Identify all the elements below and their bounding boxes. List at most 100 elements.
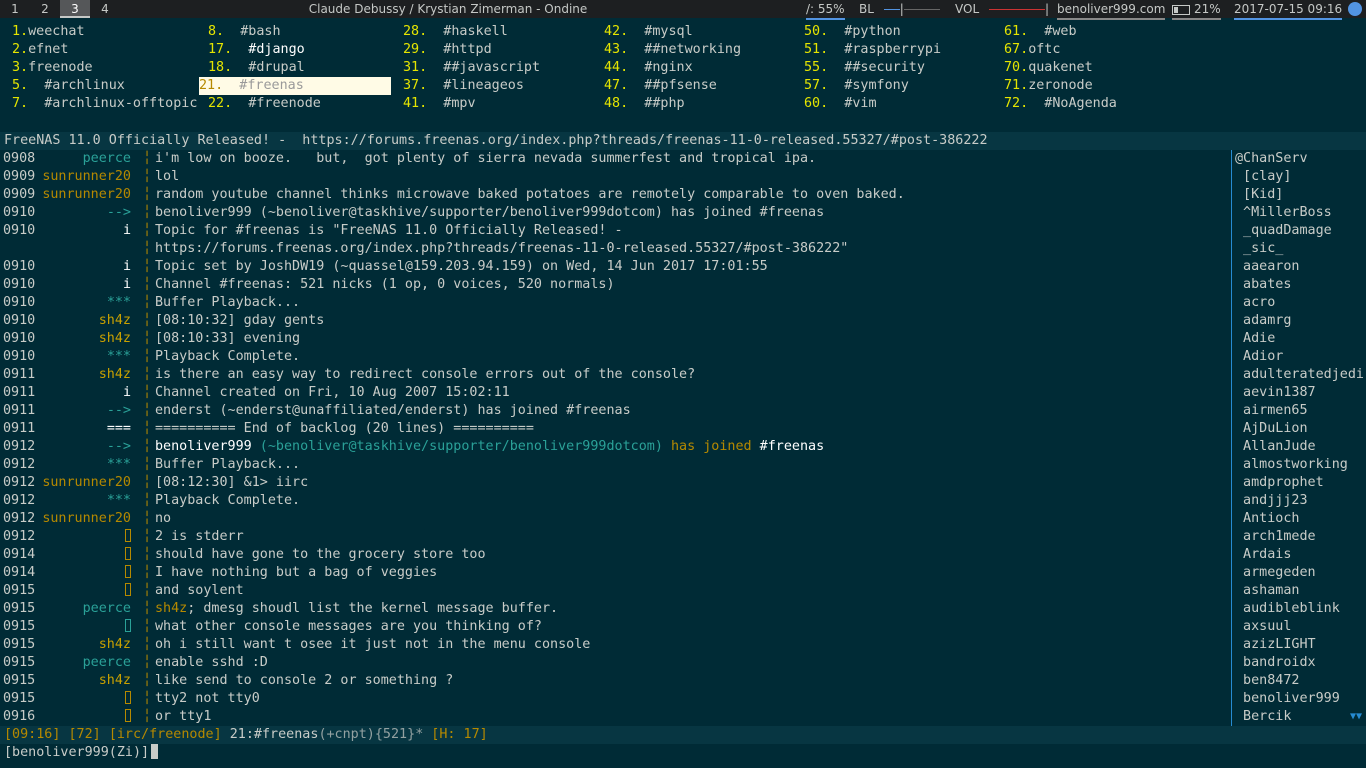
buffer-name: ##networking	[628, 42, 742, 57]
nicklist-item[interactable]: [clay]	[1232, 168, 1366, 186]
buffer-item[interactable]: 7. #archlinux-offtopic	[12, 95, 197, 113]
buffer-item[interactable]: 3.freenode	[12, 59, 93, 77]
scroll-down-icon[interactable]: ▼▼	[1350, 708, 1362, 726]
nicklist-item[interactable]: Ardais	[1232, 546, 1366, 564]
buffer-item[interactable]: 48. ##php	[604, 95, 685, 113]
prefix-separator: ╎	[143, 565, 152, 580]
nicklist-item[interactable]: bandroidx	[1232, 654, 1366, 672]
message-time: 0911	[3, 421, 36, 436]
nicklist-item[interactable]: [Kid]	[1232, 186, 1366, 204]
nicklist-item[interactable]: adulteratedjedi	[1232, 366, 1366, 384]
volume-widget[interactable]: VOL |	[955, 0, 1049, 18]
power-icon[interactable]	[1348, 2, 1362, 16]
buffer-item[interactable]: 61. #web	[1004, 23, 1077, 41]
nicklist-item[interactable]: aevin1387	[1232, 384, 1366, 402]
nicklist-item[interactable]: axsuul	[1232, 618, 1366, 636]
message-nick[interactable]: sunrunner20	[40, 474, 131, 492]
buffer-item[interactable]: 28. #haskell	[403, 23, 508, 41]
nicklist-item[interactable]: azizLIGHT	[1232, 636, 1366, 654]
nick-glyph-icon	[40, 690, 131, 708]
nicklist-item[interactable]: andjjj23	[1232, 492, 1366, 510]
message-nick[interactable]: sh4z	[40, 636, 131, 654]
buffer-number: 29.	[403, 42, 428, 57]
nicklist-item[interactable]: ^MillerBoss	[1232, 204, 1366, 222]
message-nick[interactable]: sh4z	[40, 312, 131, 330]
buffer-item[interactable]: 55. ##security	[804, 59, 925, 77]
buffer-name: #symfony	[828, 78, 909, 93]
buffer-item[interactable]: 5. #archlinux	[12, 77, 125, 95]
buffer-item[interactable]: 8. #bash	[208, 23, 281, 41]
message-nick[interactable]: sh4z	[40, 366, 131, 384]
message-nick[interactable]: sunrunner20	[40, 168, 131, 186]
message-nick[interactable]: peerce	[40, 150, 131, 168]
nicklist-item[interactable]: airmen65	[1232, 402, 1366, 420]
message-nick[interactable]: sunrunner20	[40, 510, 131, 528]
nicklist-item[interactable]: AllanJude	[1232, 438, 1366, 456]
nicklist-item[interactable]: aaearon	[1232, 258, 1366, 276]
buffer-item[interactable]: 21. #freenas	[199, 77, 391, 95]
message-nick[interactable]: sh4z	[40, 672, 131, 690]
buffer-item[interactable]: 42. #mysql	[604, 23, 693, 41]
nicklist-item[interactable]: Antioch	[1232, 510, 1366, 528]
nicklist-item[interactable]: Bercik	[1232, 708, 1366, 726]
message-nick[interactable]: peerce	[40, 654, 131, 672]
buffer-item[interactable]: 44. #nginx	[604, 59, 693, 77]
buffer-item[interactable]: 2.efnet	[12, 41, 68, 59]
nicklist-item[interactable]: _sic_	[1232, 240, 1366, 258]
buffer-item[interactable]: 71.zeronode	[1004, 77, 1093, 95]
nicklist-item[interactable]: _quadDamage	[1232, 222, 1366, 240]
buffer-number: 57.	[804, 78, 829, 93]
message-nick[interactable]: peerce	[40, 600, 131, 618]
nicklist-item[interactable]: audibleblink	[1232, 600, 1366, 618]
buffer-item[interactable]: 72. #NoAgenda	[1004, 95, 1117, 113]
nicklist-item[interactable]: abates	[1232, 276, 1366, 294]
buffer-item[interactable]: 18. #drupal	[208, 59, 305, 77]
prefix-separator: ╎	[143, 367, 152, 382]
buffer-number: 8.	[208, 24, 225, 39]
nicklist-item[interactable]: amdprophet	[1232, 474, 1366, 492]
chat-line: 0914 ╎ I have nothing but a bag of veggies	[0, 564, 1230, 582]
nicklist-item[interactable]: Adie	[1232, 330, 1366, 348]
buffer-item[interactable]: 17. #django	[208, 41, 305, 59]
nicklist-item[interactable]: AjDuLion	[1232, 420, 1366, 438]
nicklist-item[interactable]: ben8472	[1232, 672, 1366, 690]
buffer-item[interactable]: 37. #lineageos	[403, 77, 524, 95]
prefix-separator: ╎	[143, 673, 152, 688]
nicklist-item[interactable]: @ChanServ	[1232, 150, 1366, 168]
buffer-number: 37.	[403, 78, 428, 93]
buffer-item[interactable]: 60. #vim	[804, 95, 877, 113]
buffer-item[interactable]: 31. ##javascript	[403, 59, 540, 77]
message-body: [08:12:30] &1> iirc	[155, 475, 309, 490]
message-nick[interactable]: sunrunner20	[40, 186, 131, 204]
buffer-item[interactable]: 50. #python	[804, 23, 901, 41]
nicklist-item[interactable]: armegeden	[1232, 564, 1366, 582]
message-time: 0910	[3, 349, 36, 364]
buffer-item[interactable]: 70.quakenet	[1004, 59, 1093, 77]
message-text: oh i still want t osee it just not in th…	[155, 636, 590, 654]
message-time: 0915	[3, 673, 36, 688]
nicklist-item[interactable]: almostworking	[1232, 456, 1366, 474]
nicklist-item[interactable]: ashaman	[1232, 582, 1366, 600]
nicklist-item[interactable]: Adior	[1232, 348, 1366, 366]
nicklist-item[interactable]: acro	[1232, 294, 1366, 312]
nicklist-item[interactable]: benoliver999	[1232, 690, 1366, 708]
buffer-item[interactable]: 29. #httpd	[403, 41, 492, 59]
buffer-name: ##javascript	[427, 60, 541, 75]
buffer-item[interactable]: 67.oftc	[1004, 41, 1060, 59]
chat-log[interactable]: 0908 peerce ╎ i'm low on booze. but, got pl…	[0, 150, 1230, 726]
buffer-item[interactable]: 57. #symfony	[804, 77, 909, 95]
backlight-widget[interactable]: BL |	[859, 0, 940, 18]
input-line[interactable]: [benoliver999(Zi)]	[0, 744, 1366, 762]
nicklist-item[interactable]: arch1mede	[1232, 528, 1366, 546]
buffer-item[interactable]: 22. #freenode	[208, 95, 321, 113]
message-mention[interactable]: sh4z	[155, 601, 187, 616]
message-text: 2 is stderr	[155, 528, 244, 546]
buffer-item[interactable]: 47. ##pfsense	[604, 77, 717, 95]
nick-list[interactable]: @ChanServ [clay] [Kid] ^MillerBoss _quad…	[1231, 150, 1366, 726]
buffer-item[interactable]: 51. #raspberrypi	[804, 41, 941, 59]
nicklist-item[interactable]: adamrg	[1232, 312, 1366, 330]
buffer-item[interactable]: 41. #mpv	[403, 95, 476, 113]
buffer-item[interactable]: 1.weechat	[12, 23, 85, 41]
buffer-item[interactable]: 43. ##networking	[604, 41, 741, 59]
message-nick[interactable]: sh4z	[40, 330, 131, 348]
